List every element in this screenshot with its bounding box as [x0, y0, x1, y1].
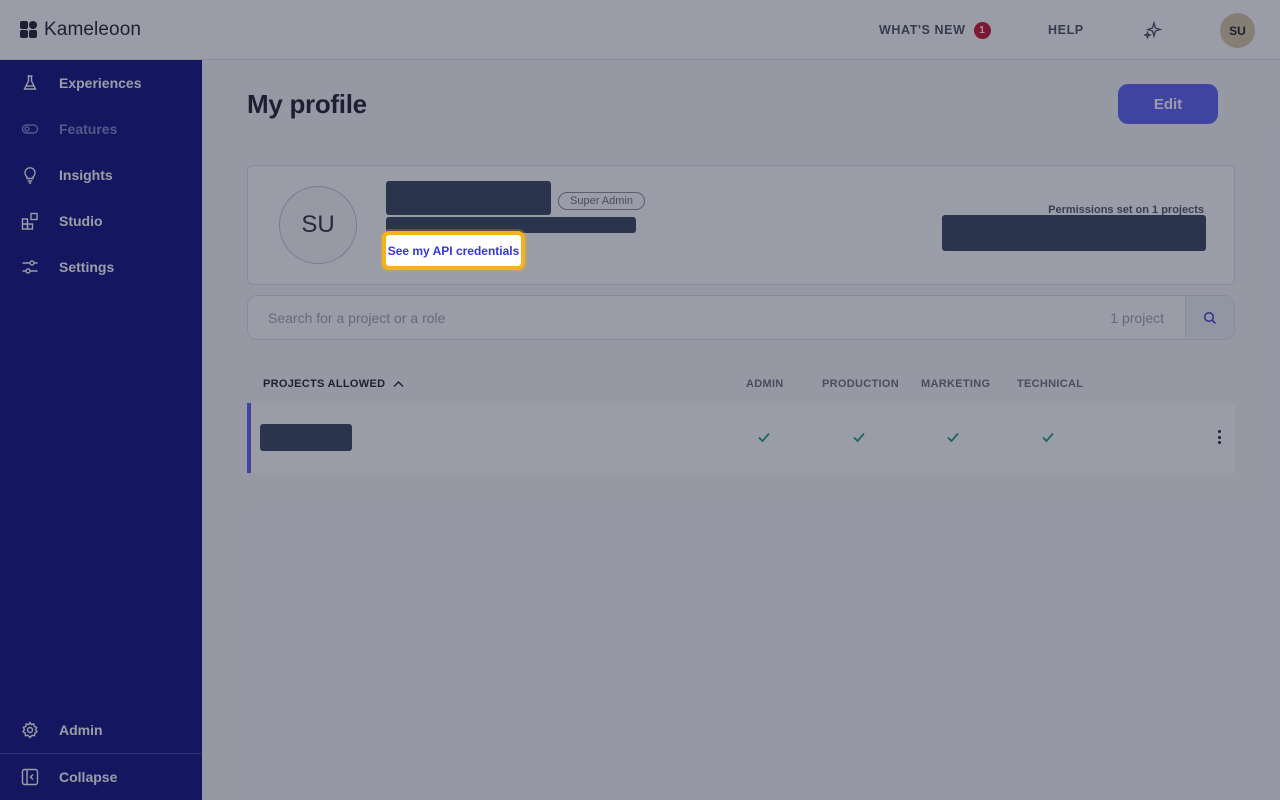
logo-mark-icon	[20, 21, 38, 39]
column-header-production: PRODUCTION	[822, 378, 899, 390]
sparkle-icon[interactable]	[1144, 21, 1162, 39]
toggle-icon	[21, 124, 39, 134]
column-header-marketing: MARKETING	[921, 378, 991, 390]
redacted-project-name	[260, 424, 352, 451]
whats-new-label: WHAT'S NEW	[879, 23, 966, 37]
sidebar-admin-label: Admin	[59, 722, 103, 738]
column-header-label: PROJECTS ALLOWED	[263, 378, 386, 390]
search-icon	[1203, 311, 1217, 324]
sidebar-item-settings[interactable]: Settings	[0, 247, 202, 287]
collapse-icon	[21, 768, 39, 786]
redacted-user-name	[386, 181, 551, 215]
project-search: 1 project	[247, 295, 1235, 340]
sidebar-item-insights[interactable]: Insights	[0, 155, 202, 195]
table-row[interactable]	[247, 403, 1235, 473]
check-icon	[947, 432, 959, 443]
help-link[interactable]: HELP	[1048, 0, 1084, 60]
blocks-icon	[21, 212, 38, 230]
gear-icon	[21, 721, 39, 739]
whats-new-badge: 1	[973, 21, 991, 39]
check-icon	[853, 432, 865, 443]
top-bar: Kameleoon WHAT'S NEW 1 HELP SU	[0, 0, 1280, 60]
sidebar-item-label: Experiences	[59, 75, 142, 91]
column-header-projects[interactable]: PROJECTS ALLOWED	[263, 378, 404, 390]
whats-new-link[interactable]: WHAT'S NEW 1	[879, 0, 991, 60]
sidebar-collapse-label: Collapse	[59, 769, 118, 785]
user-avatar[interactable]: SU	[1220, 13, 1255, 48]
redacted-permissions-summary	[942, 215, 1206, 251]
sidebar-item-experiences[interactable]: Experiences	[0, 63, 202, 103]
sidebar-collapse-button[interactable]: Collapse	[0, 757, 202, 797]
sliders-icon	[22, 260, 38, 274]
check-icon	[758, 432, 770, 443]
column-header-admin: ADMIN	[746, 378, 784, 390]
role-badge: Super Admin	[558, 192, 645, 210]
lightbulb-icon	[24, 167, 36, 184]
search-result-count: 1 project	[1110, 310, 1164, 326]
page-title: My profile	[247, 89, 367, 119]
sort-ascending-icon	[393, 381, 404, 387]
sidebar-item-label: Insights	[59, 167, 113, 183]
sidebar-item-label: Settings	[59, 259, 115, 275]
profile-avatar: SU	[279, 186, 357, 264]
sidebar-item-label: Studio	[59, 213, 103, 229]
sidebar-item-studio[interactable]: Studio	[0, 201, 202, 241]
kameleoon-logo[interactable]: Kameleoon	[20, 19, 141, 41]
check-icon	[1042, 432, 1054, 443]
sidebar-item-features: Features	[0, 109, 202, 149]
sidebar-item-label: Features	[59, 121, 118, 137]
flask-icon	[23, 75, 37, 90]
search-button[interactable]	[1185, 296, 1234, 339]
edit-button[interactable]: Edit	[1118, 84, 1218, 124]
column-header-technical: TECHNICAL	[1017, 378, 1084, 390]
api-credentials-link[interactable]: See my API credentials	[382, 231, 525, 270]
sidebar-divider	[0, 753, 202, 754]
row-more-options-icon[interactable]	[1212, 428, 1226, 446]
sidebar: Experiences Features Insights Studio Set…	[0, 60, 202, 800]
brand-name: Kameleoon	[44, 19, 142, 40]
sidebar-item-admin[interactable]: Admin	[0, 710, 202, 750]
search-input[interactable]	[268, 296, 1088, 339]
